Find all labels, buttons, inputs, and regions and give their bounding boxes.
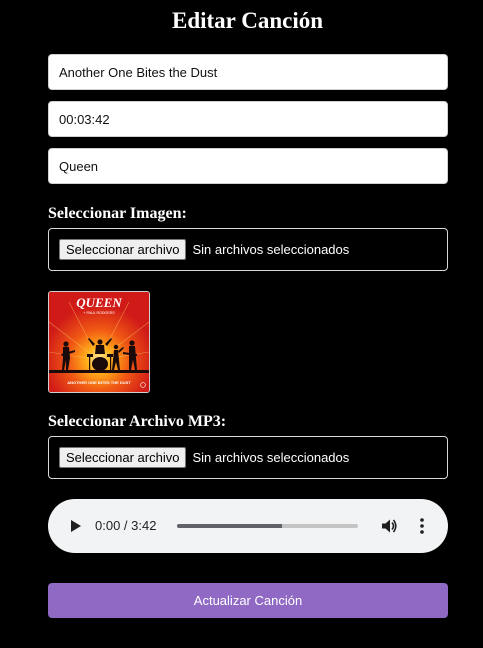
image-section-label: Seleccionar Imagen: [48,205,187,222]
cover-art-graphic: QUEEN + PAUL RODGERS ANOTHER ONE BITES T… [49,292,149,392]
audio-seek-bar[interactable] [177,524,358,528]
image-choose-file-button[interactable]: Seleccionar archivo [59,239,187,260]
cover-image: QUEEN + PAUL RODGERS ANOTHER ONE BITES T… [48,291,150,393]
play-icon[interactable] [68,518,82,534]
mp3-choose-file-button[interactable]: Seleccionar archivo [59,447,187,468]
image-file-picker[interactable]: Seleccionar archivo Sin archivos selecci… [48,228,448,271]
more-options-icon[interactable] [417,517,427,535]
audio-player[interactable]: 0:00 / 3:42 [48,499,448,553]
song-name-input[interactable] [48,54,448,90]
page-title: Editar Canción [171,8,324,33]
volume-icon[interactable] [380,517,398,535]
mp3-section-label: Seleccionar Archivo MP3: [48,413,227,430]
update-song-button[interactable]: Actualizar Canción [48,583,448,618]
cover-band-logo: QUEEN [76,295,122,310]
artist-input[interactable] [48,148,448,184]
audio-time-display: 0:00 / 3:42 [95,518,157,533]
cover-footer-text: ANOTHER ONE BITES THE DUST [67,380,131,385]
duration-input[interactable] [48,101,448,137]
mp3-file-status: Sin archivos seleccionados [192,450,350,465]
mp3-file-picker[interactable]: Seleccionar archivo Sin archivos selecci… [48,436,448,479]
image-file-status: Sin archivos seleccionados [192,242,350,257]
audio-seek-fill [177,524,282,528]
cover-subtitle: + PAUL RODGERS [83,311,115,315]
